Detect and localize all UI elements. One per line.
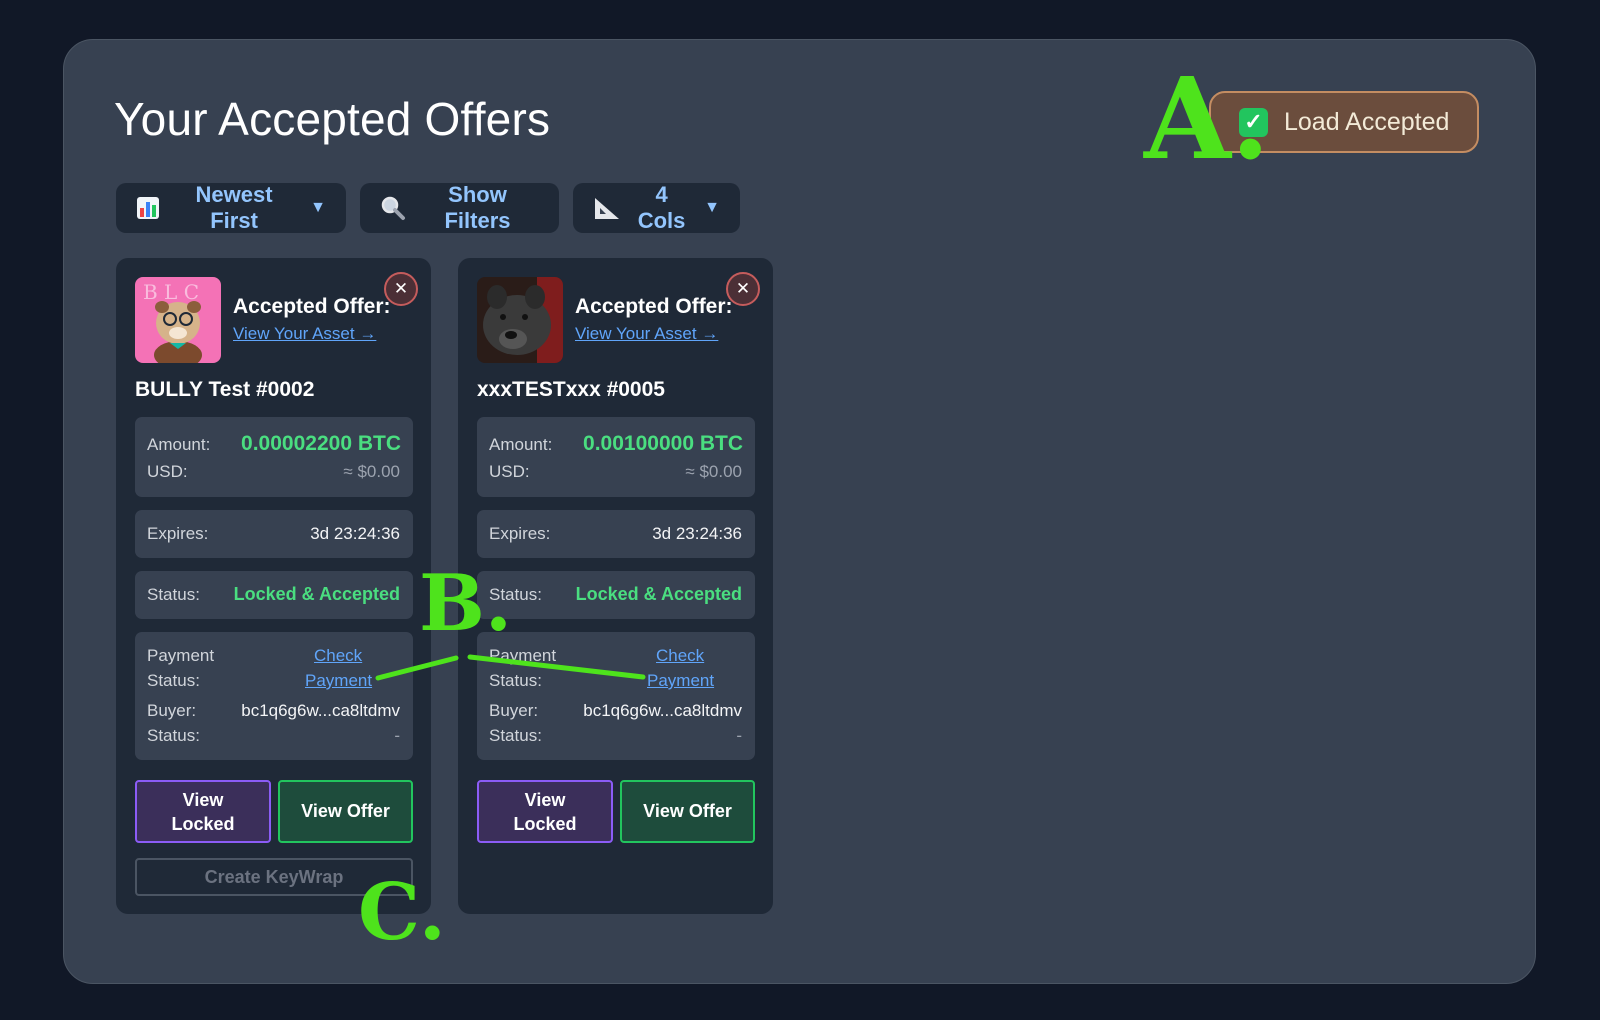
accepted-offers-panel: Your Accepted Offers ✓ Load Accepted New… xyxy=(63,39,1536,984)
status-label: Status: xyxy=(147,585,200,604)
buyer-label: Buyer: xyxy=(147,701,197,720)
payment-box: Payment Status: Check Payment Buyer: bc1… xyxy=(135,632,413,760)
amount-value: 0.00100000 BTC xyxy=(583,432,743,455)
annotation-label-a: A. xyxy=(1144,54,1270,185)
chevron-down-icon: ▼ xyxy=(310,199,326,216)
view-locked-label-1: View xyxy=(182,789,224,810)
load-accepted-label: Load Accepted xyxy=(1284,107,1450,136)
expires-box: Expires: 3d 23:24:36 xyxy=(135,510,413,558)
check-payment-link[interactable]: Check xyxy=(314,646,362,666)
asset-thumbnail xyxy=(477,277,563,363)
expires-value: 3d 23:24:36 xyxy=(652,524,742,543)
buyer-label: Buyer: xyxy=(489,701,539,720)
view-locked-button[interactable]: View Locked xyxy=(477,780,613,843)
asset-name: xxxTESTxxx #0005 xyxy=(477,378,665,401)
chevron-down-icon: ▼ xyxy=(704,199,720,216)
check-payment-link[interactable]: Check xyxy=(656,646,704,666)
view-offer-label: View Offer xyxy=(643,801,732,821)
offer-heading: Accepted Offer: xyxy=(575,295,733,318)
payment-box: Payment Status: Check Payment Buyer: bc1… xyxy=(477,632,755,760)
expires-label: Expires: xyxy=(147,524,209,543)
create-keywrap-label: Create KeyWrap xyxy=(204,866,344,887)
check-payment-link-2[interactable]: Payment xyxy=(647,671,714,691)
payment-status-label: Payment xyxy=(147,646,215,665)
magnifier-icon xyxy=(380,195,406,221)
bar-chart-icon xyxy=(136,196,160,220)
status-value: Locked & Accepted xyxy=(575,584,742,604)
columns-dropdown[interactable]: 4 Cols ▼ xyxy=(573,182,740,233)
annotation-label-b: B. xyxy=(419,558,513,649)
usd-value: ≈ $0.00 xyxy=(343,462,400,481)
offer-card: ✕ B L C Accepted Offer: View Your Asset … xyxy=(116,258,431,914)
status-value: Locked & Accepted xyxy=(233,584,400,604)
expires-label: Expires: xyxy=(489,524,551,543)
sort-label: Newest First xyxy=(195,182,273,233)
view-asset-link[interactable]: View Your Asset → xyxy=(575,324,718,344)
status-box: Status: Locked & Accepted xyxy=(477,571,755,619)
amount-box: Amount: 0.00100000 BTC USD: ≈ $0.00 xyxy=(477,417,755,497)
buyer-address: bc1q6g6w...ca8ltdmv xyxy=(583,701,742,720)
sort-dropdown[interactable]: Newest First ▼ xyxy=(116,182,346,233)
usd-value: ≈ $0.00 xyxy=(685,462,742,481)
view-locked-label-1: View xyxy=(524,789,566,810)
buyer-status-value: - xyxy=(394,726,400,745)
view-locked-button[interactable]: View Locked xyxy=(135,780,271,843)
view-offer-button[interactable]: View Offer xyxy=(278,780,413,843)
usd-label: USD: xyxy=(489,462,530,481)
expires-value: 3d 23:24:36 xyxy=(310,524,400,543)
view-offer-button[interactable]: View Offer xyxy=(620,780,755,843)
check-payment-link-2[interactable]: Payment xyxy=(305,671,372,691)
annotation-label-c: C. xyxy=(358,867,446,958)
payment-status-label-2: Status: xyxy=(147,671,200,690)
svg-text:B L C: B L C xyxy=(143,280,199,304)
buyer-status-label: Status: xyxy=(147,726,200,745)
amount-label: Amount: xyxy=(489,435,553,454)
usd-label: USD: xyxy=(147,462,188,481)
amount-box: Amount: 0.00002200 BTC USD: ≈ $0.00 xyxy=(135,417,413,497)
buyer-status-label: Status: xyxy=(489,726,542,745)
payment-status-label-2: Status: xyxy=(489,671,542,690)
expires-box: Expires: 3d 23:24:36 xyxy=(477,510,755,558)
columns-label: 4 Cols xyxy=(637,182,686,233)
asset-name: BULLY Test #0002 xyxy=(135,378,315,401)
buyer-status-value: - xyxy=(736,726,742,745)
triangle-ruler-icon xyxy=(593,195,621,221)
view-asset-link[interactable]: View Your Asset → xyxy=(233,324,376,344)
show-filters-label: Show Filters xyxy=(444,182,511,233)
amount-label: Amount: xyxy=(147,435,211,454)
page-title: Your Accepted Offers xyxy=(114,93,551,145)
asset-thumbnail: B L C xyxy=(135,277,221,363)
view-offer-label: View Offer xyxy=(301,801,390,821)
status-box: Status: Locked & Accepted xyxy=(135,571,413,619)
offer-heading: Accepted Offer: xyxy=(233,295,391,318)
buyer-address: bc1q6g6w...ca8ltdmv xyxy=(241,701,400,720)
amount-value: 0.00002200 BTC xyxy=(241,432,401,455)
view-locked-label-2: Locked xyxy=(513,813,577,834)
show-filters-button[interactable]: Show Filters xyxy=(360,182,559,233)
payment-status-label: Payment xyxy=(489,646,557,665)
view-locked-label-2: Locked xyxy=(171,813,235,834)
